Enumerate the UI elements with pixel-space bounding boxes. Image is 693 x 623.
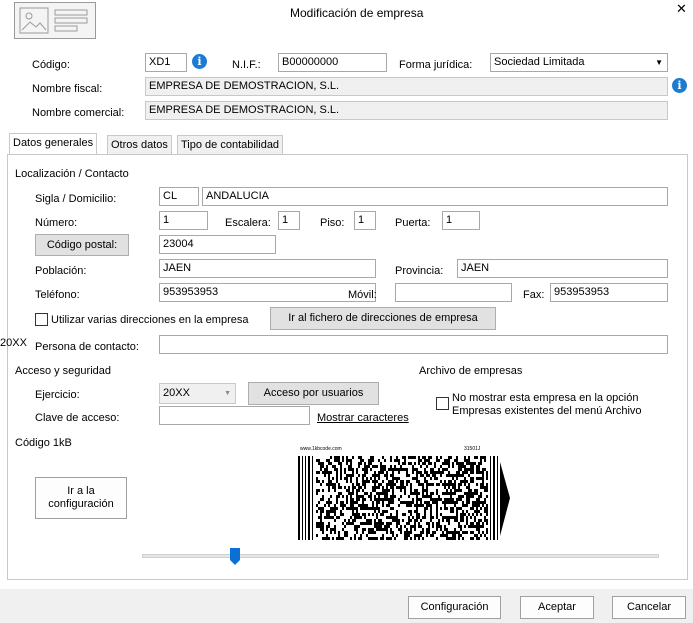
chevron-down-icon: ▼ <box>224 390 231 397</box>
chevron-down-icon: ▼ <box>655 58 663 67</box>
escalera-label: Escalera: <box>225 217 271 229</box>
section-acceso: Acceso y seguridad <box>15 365 111 377</box>
telefono-label: Teléfono: <box>35 289 80 301</box>
logo-icon <box>19 7 88 34</box>
piso-field[interactable]: 1 <box>354 211 376 230</box>
clave-acceso-field[interactable] <box>159 406 310 425</box>
barcode-image <box>298 456 510 540</box>
persona-contacto-field[interactable] <box>159 335 668 354</box>
close-icon[interactable]: ✕ <box>676 2 687 16</box>
no-mostrar-label-line2: Empresas existentes del menú Archivo <box>452 405 642 417</box>
cancelar-button[interactable]: Cancelar <box>612 596 686 619</box>
ejercicio-label: Ejercicio: <box>35 389 80 401</box>
no-mostrar-checkbox[interactable] <box>436 397 449 410</box>
ir-configuracion-line1: Ir a la <box>67 485 95 497</box>
fax-label: Fax: <box>523 289 545 301</box>
nombre-fiscal-label: Nombre fiscal: <box>32 83 103 95</box>
codigo-label: Código: <box>32 59 70 71</box>
poblacion-field[interactable]: JAEN <box>159 259 376 278</box>
numero-field[interactable]: 1 <box>159 211 208 230</box>
domicilio-field[interactable]: ANDALUCIA <box>202 187 668 206</box>
acceso-usuarios-button[interactable]: Acceso por usuarios <box>248 382 379 405</box>
info-icon[interactable]: i <box>672 78 687 93</box>
varias-direcciones-checkbox[interactable] <box>35 313 48 326</box>
ejercicio-value: 20XX <box>163 387 190 399</box>
stray-year-text: 20XX <box>0 337 27 349</box>
configuracion-button[interactable]: Configuración <box>408 596 501 619</box>
nif-field[interactable]: B00000000 <box>278 53 387 72</box>
nombre-comercial-field[interactable]: EMPRESA DE DEMOSTRACION, S.L. <box>145 101 668 120</box>
movil-label: Móvil: <box>348 289 377 301</box>
nombre-comercial-label: Nombre comercial: <box>32 107 125 119</box>
info-icon[interactable]: i <box>192 54 207 69</box>
section-archivo: Archivo de empresas <box>419 365 523 377</box>
aceptar-button[interactable]: Aceptar <box>520 596 594 619</box>
codigo-field[interactable]: XD1 <box>145 53 187 72</box>
clave-acceso-label: Clave de acceso: <box>35 412 120 424</box>
poblacion-label: Población: <box>35 265 87 277</box>
section-localizacion: Localización / Contacto <box>15 168 129 180</box>
slider-thumb[interactable] <box>230 548 241 565</box>
piso-label: Piso: <box>320 217 345 229</box>
escalera-field[interactable]: 1 <box>278 211 300 230</box>
forma-juridica-label: Forma jurídica: <box>399 59 473 71</box>
sigla-label: Sigla / Domicilio: <box>35 193 117 205</box>
sigla-field[interactable]: CL <box>159 187 199 206</box>
varias-direcciones-label: Utilizar varias direcciones en la empres… <box>51 314 249 326</box>
puerta-label: Puerta: <box>395 217 431 229</box>
tab-tipo-contabilidad[interactable]: Tipo de contabilidad <box>177 135 284 155</box>
provincia-field[interactable]: JAEN <box>457 259 668 278</box>
section-codigo1kb: Código 1kB <box>15 437 72 449</box>
tab-otros-datos[interactable]: Otros datos <box>107 135 172 155</box>
app-logo <box>14 2 96 39</box>
codigo-postal-field[interactable]: 23004 <box>159 235 276 254</box>
nombre-fiscal-field[interactable]: EMPRESA DE DEMOSTRACION, S.L. <box>145 77 668 96</box>
forma-juridica-select[interactable]: Sociedad Limitada ▼ <box>490 53 668 72</box>
ir-configuracion-button[interactable]: Ir a la configuración <box>35 477 127 519</box>
ir-configuracion-line2: configuración <box>48 498 114 510</box>
ejercicio-select[interactable]: 20XX ▼ <box>159 383 236 404</box>
persona-contacto-label: Persona de contacto: <box>35 341 139 353</box>
forma-juridica-value: Sociedad Limitada <box>494 56 585 68</box>
nif-label: N.I.F.: <box>232 59 261 71</box>
provincia-label: Provincia: <box>395 265 444 277</box>
telefono-field[interactable]: 953953953 <box>159 283 376 302</box>
numero-label: Número: <box>35 217 78 229</box>
no-mostrar-label-line1: No mostrar esta empresa en la opción <box>452 392 639 404</box>
fichero-direcciones-button[interactable]: Ir al fichero de direcciones de empresa <box>270 307 496 330</box>
puerta-field[interactable]: 1 <box>442 211 480 230</box>
slider-track[interactable] <box>142 554 659 558</box>
codigo-postal-button[interactable]: Código postal: <box>35 234 129 256</box>
window-title: Modificación de empresa <box>290 6 424 20</box>
tab-datos-generales[interactable]: Datos generales <box>9 133 98 155</box>
mostrar-caracteres-link[interactable]: Mostrar caracteres <box>317 411 409 425</box>
fax-field[interactable]: 953953953 <box>550 283 668 302</box>
movil-field[interactable] <box>395 283 512 302</box>
